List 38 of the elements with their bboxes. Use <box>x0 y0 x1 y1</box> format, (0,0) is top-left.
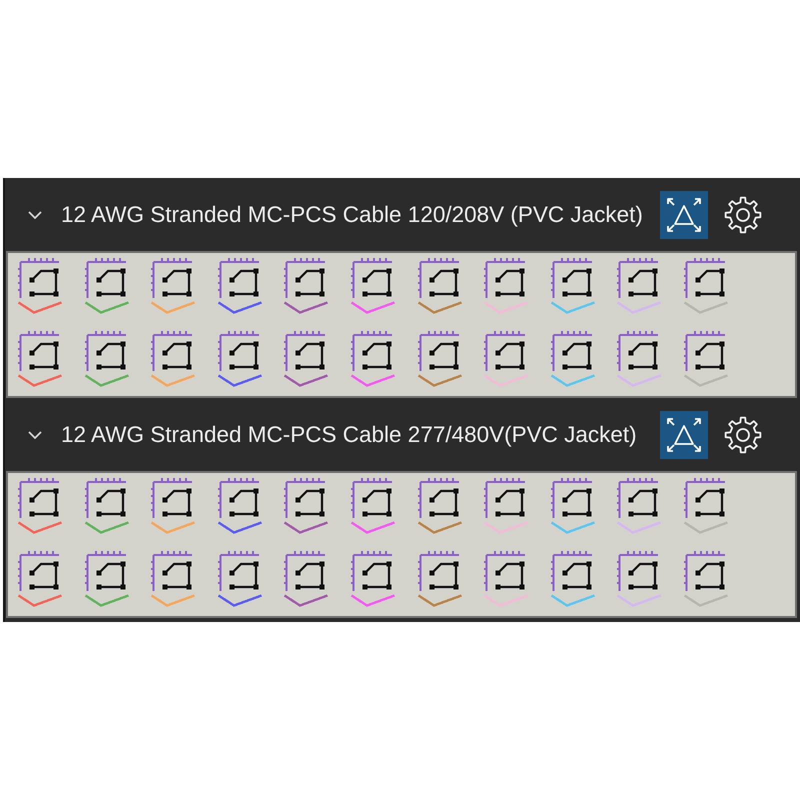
circuit-icon[interactable] <box>218 477 262 519</box>
section-title: 12 AWG Stranded MC-PCS Cable 277/480V(PVC Jacket) <box>61 421 637 448</box>
circuit-icon[interactable] <box>350 257 395 299</box>
triangle-arrows-icon <box>667 418 701 452</box>
circuit-icon[interactable] <box>550 550 595 592</box>
circuit-icon[interactable] <box>684 477 728 519</box>
section-title: 12 AWG Stranded MC-PCS Cable 120/208V (PVC Jacket) <box>61 201 643 228</box>
settings-icon[interactable] <box>724 416 762 454</box>
circuit-icon[interactable] <box>418 330 462 372</box>
circuit-icon[interactable] <box>550 330 595 372</box>
circuit-icon[interactable] <box>350 477 395 519</box>
circuit-icon[interactable] <box>418 550 462 592</box>
circuit-icon[interactable] <box>550 257 595 299</box>
circuit-icon[interactable] <box>684 550 728 592</box>
circuit-icon[interactable] <box>18 550 62 592</box>
circuit-icon[interactable] <box>418 257 462 299</box>
circuit-icon[interactable] <box>550 477 595 519</box>
circuit-icon[interactable] <box>84 257 129 299</box>
expand-button[interactable] <box>660 190 708 238</box>
triangle-arrows-icon <box>667 198 701 232</box>
expand-button[interactable] <box>660 410 708 458</box>
circuit-icon[interactable] <box>218 257 262 299</box>
circuit-icon[interactable] <box>418 477 462 519</box>
circuit-icon[interactable] <box>18 330 62 372</box>
circuit-icon[interactable] <box>84 330 129 372</box>
circuit-icon[interactable] <box>84 477 129 519</box>
circuit-icon[interactable] <box>218 550 262 592</box>
circuit-icon[interactable] <box>684 330 728 372</box>
circuit-icon[interactable] <box>84 550 129 592</box>
circuit-icon[interactable] <box>18 257 62 299</box>
circuit-icon[interactable] <box>18 477 62 519</box>
settings-icon[interactable] <box>724 196 762 234</box>
circuit-icon[interactable] <box>350 550 395 592</box>
chevron-icon[interactable] <box>28 210 42 218</box>
circuit-icon[interactable] <box>350 330 395 372</box>
circuit-icon[interactable] <box>684 257 728 299</box>
circuit-icon[interactable] <box>218 330 262 372</box>
chevron-icon[interactable] <box>28 430 42 438</box>
